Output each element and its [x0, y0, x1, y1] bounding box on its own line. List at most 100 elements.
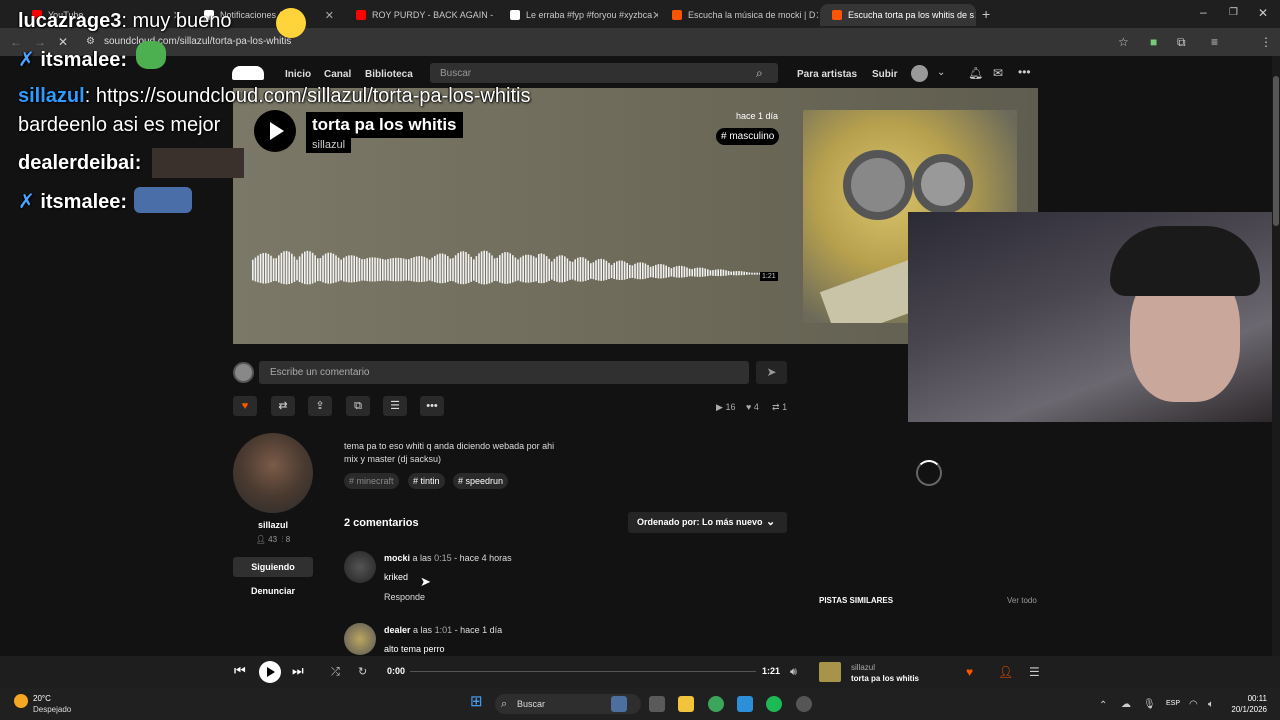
waveform-bar [389, 258, 392, 281]
waveform-bar [517, 259, 519, 281]
wifi-icon[interactable]: ◠ [1189, 699, 1198, 711]
player-title[interactable]: torta pa los whitis [851, 674, 919, 683]
uploader-name[interactable]: sillazul [233, 520, 313, 530]
reply-link[interactable]: Responde [384, 592, 425, 602]
pinned-app-icon[interactable] [611, 696, 627, 712]
sort-dropdown[interactable]: Ordenado por: Lo más nuevo ⌄ [628, 512, 787, 533]
track-artist[interactable]: sillazul [306, 137, 352, 153]
clock-date[interactable]: 20/1/2026 [1222, 705, 1267, 714]
nav-library[interactable]: Biblioteca [365, 69, 413, 80]
for-artists-link[interactable]: Para artistas [797, 69, 857, 80]
waveform[interactable] [252, 240, 772, 300]
player-heart-icon[interactable]: ♥ [966, 666, 973, 678]
language-indicator[interactable]: ESP [1166, 700, 1180, 707]
comment-field[interactable] [259, 361, 749, 384]
app-icon[interactable] [737, 696, 753, 712]
browser-tab-active[interactable]: Escucha torta pa los whitis de s ✕ [820, 4, 976, 26]
browser-tab[interactable]: ROY PURDY - BACK AGAIN - Yo ✕ [344, 4, 496, 26]
clock-time[interactable]: 00:11 [1222, 694, 1267, 703]
media-icon[interactable]: ≡ [1211, 36, 1218, 48]
soundcloud-logo-icon[interactable] [232, 66, 264, 80]
player-play-button[interactable] [259, 661, 281, 683]
see-all-link[interactable]: Ver todo [1007, 596, 1037, 605]
extensions-puzzle-icon[interactable]: ⧉ [1177, 36, 1186, 48]
chevron-up-icon[interactable]: ⌃ [1099, 700, 1107, 712]
bookmark-star-icon[interactable]: ☆ [1118, 36, 1129, 48]
close-icon[interactable]: ✕ [815, 9, 818, 22]
tag-minecraft[interactable]: # minecraft [344, 473, 399, 489]
minimize-icon[interactable]: – [1200, 6, 1207, 18]
weather-temp[interactable]: 20°C [33, 694, 51, 703]
search-input[interactable]: Buscar ⌕ [430, 63, 778, 83]
more-icon[interactable]: ••• [1018, 66, 1031, 78]
waveform-bar [265, 252, 267, 284]
uploader-stats: 👤︎ 43 ⫶ 8 [255, 535, 291, 544]
genre-tag[interactable]: # masculino [716, 128, 780, 145]
restore-icon[interactable]: ❐ [1229, 7, 1238, 19]
waveform-bar [704, 268, 706, 277]
comment-avatar[interactable] [344, 623, 376, 655]
send-comment-button[interactable]: ➤ [756, 361, 787, 384]
volume-icon[interactable]: 🔊︎ [790, 666, 797, 678]
comment-avatar[interactable] [344, 551, 376, 583]
follow-icon[interactable]: 👤︎ [998, 666, 1013, 678]
share-button[interactable]: ⇪ [308, 396, 332, 416]
uploader-avatar[interactable] [233, 433, 313, 513]
scrollbar-thumb[interactable] [1273, 76, 1279, 226]
waveform-bar [337, 257, 340, 282]
network-icon[interactable]: ☁ [1121, 699, 1131, 711]
waveform-bar [369, 257, 371, 282]
browser-tab[interactable]: Le erraba #fyp #foryou #xyzbca ✕ [498, 4, 658, 26]
scrollbar[interactable] [1272, 56, 1280, 656]
queue-icon[interactable]: ☰ [1029, 666, 1040, 678]
speaker-icon[interactable]: 🔈︎ [1208, 699, 1214, 711]
like-button[interactable]: ♥ [233, 396, 257, 416]
report-link[interactable]: Denunciar [233, 586, 313, 596]
bell-icon[interactable]: 🔔︎ [968, 67, 983, 79]
user-avatar[interactable] [911, 65, 928, 82]
tag-tintin[interactable]: # tintin [408, 473, 445, 489]
repeat-icon[interactable]: ↻ [358, 666, 367, 678]
close-icon[interactable]: ✕ [325, 9, 342, 22]
spotify-icon[interactable] [766, 696, 782, 712]
copy-link-button[interactable]: ⧉ [346, 396, 370, 416]
task-view-icon[interactable] [649, 696, 665, 712]
player-artist[interactable]: sillazul [851, 663, 875, 672]
shuffle-icon[interactable]: ⤮ [331, 666, 340, 678]
microphone-icon[interactable]: 🎙︎ [1143, 699, 1156, 711]
weather-desc[interactable]: Despejado [33, 705, 71, 714]
close-icon[interactable]: ✕ [652, 9, 658, 22]
waveform-bar [304, 251, 306, 285]
more-button[interactable]: ••• [420, 396, 444, 416]
windows-start-icon[interactable]: ⊞ [470, 694, 483, 709]
new-tab-icon[interactable]: + [982, 7, 990, 21]
add-to-playlist-button[interactable]: ☰ [383, 396, 407, 416]
play-button[interactable] [254, 110, 296, 152]
repost-button[interactable]: ⇄ [271, 396, 295, 416]
player-thumbnail[interactable] [819, 662, 841, 682]
heart-icon: ♥ [746, 402, 752, 412]
nav-home[interactable]: Inicio [285, 69, 311, 80]
close-icon[interactable]: ✕ [974, 9, 976, 22]
nav-feed[interactable]: Canal [324, 69, 351, 80]
previous-icon[interactable]: ⏮ [234, 664, 246, 677]
upload-link[interactable]: Subir [872, 69, 898, 80]
progress-bar[interactable] [410, 671, 756, 672]
chevron-down-icon[interactable]: ⌄ [937, 67, 945, 79]
app-icon[interactable] [796, 696, 812, 712]
chrome-icon[interactable] [708, 696, 724, 712]
close-window-icon[interactable]: ✕ [1258, 7, 1268, 19]
comment-input[interactable] [259, 361, 749, 384]
url-text[interactable]: soundcloud.com/sillazul/torta-pa-los-whi… [104, 36, 291, 47]
search-icon[interactable]: ⌕ [756, 67, 763, 79]
browser-tab[interactable]: Escucha la música de mocki | D ✕ [660, 4, 818, 26]
weather-icon[interactable] [14, 694, 28, 708]
mail-icon[interactable]: ✉ [993, 67, 1003, 79]
tag-speedrun[interactable]: # speedrun [453, 473, 509, 489]
menu-icon[interactable]: ⋮ [1260, 36, 1272, 48]
verified-icon: ✗ [18, 49, 35, 71]
following-button[interactable]: Siguiendo [233, 557, 313, 577]
file-explorer-icon[interactable] [678, 696, 694, 712]
extension-icon[interactable]: ■ [1150, 36, 1157, 48]
next-icon[interactable]: ⏭ [292, 664, 304, 677]
